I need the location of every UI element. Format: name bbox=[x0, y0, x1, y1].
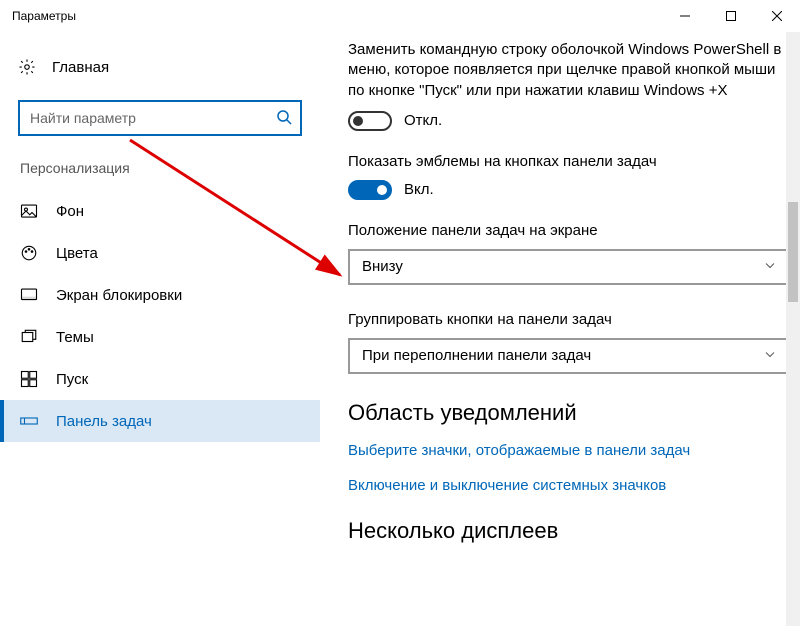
scrollbar-thumb[interactable] bbox=[788, 202, 798, 302]
dropdown-taskbar-position[interactable]: Внизу bbox=[348, 249, 788, 285]
dropdown-combine-buttons[interactable]: При переполнении панели задач bbox=[348, 338, 788, 374]
section-notification-area: Область уведомлений bbox=[348, 400, 788, 426]
sidebar: Главная Найти параметр Персонализация Фо… bbox=[0, 32, 320, 626]
sidebar-home[interactable]: Главная bbox=[0, 52, 320, 82]
taskbar-icon bbox=[20, 412, 38, 430]
sidebar-item-colors[interactable]: Цвета bbox=[0, 232, 320, 274]
toggle-badges-state: Вкл. bbox=[404, 181, 434, 198]
toggle-badges[interactable] bbox=[348, 180, 392, 200]
toggle-powershell-state: Откл. bbox=[404, 112, 442, 129]
sidebar-item-label: Пуск bbox=[56, 371, 88, 388]
sidebar-home-label: Главная bbox=[52, 59, 109, 76]
window-title: Параметры bbox=[12, 9, 76, 23]
toggle-badges-row: Вкл. bbox=[348, 180, 788, 200]
sidebar-item-label: Фон bbox=[56, 203, 84, 220]
sidebar-item-themes[interactable]: Темы bbox=[0, 316, 320, 358]
sidebar-item-taskbar[interactable]: Панель задач bbox=[0, 400, 320, 442]
start-icon bbox=[20, 370, 38, 388]
themes-icon bbox=[20, 328, 38, 346]
sidebar-item-label: Экран блокировки bbox=[56, 287, 182, 304]
minimize-button[interactable] bbox=[662, 0, 708, 32]
link-system-icons[interactable]: Включение и выключение системных значков bbox=[348, 477, 788, 494]
dropdown-value: Внизу bbox=[362, 258, 403, 275]
maximize-button[interactable] bbox=[708, 0, 754, 32]
chevron-down-icon bbox=[764, 347, 776, 364]
titlebar: Параметры bbox=[0, 0, 800, 32]
search-input[interactable]: Найти параметр bbox=[18, 100, 302, 136]
sidebar-item-background[interactable]: Фон bbox=[0, 190, 320, 232]
sidebar-item-label: Панель задач bbox=[56, 413, 152, 430]
setting-powershell-text: Заменить командную строку оболочкой Wind… bbox=[348, 40, 788, 101]
picture-icon bbox=[20, 202, 38, 220]
lockscreen-icon bbox=[20, 286, 38, 304]
dropdown-value: При переполнении панели задач bbox=[362, 347, 591, 364]
setting-position-label: Положение панели задач на экране bbox=[348, 222, 788, 239]
sidebar-item-lockscreen[interactable]: Экран блокировки bbox=[0, 274, 320, 316]
sidebar-category: Персонализация bbox=[0, 160, 320, 190]
toggle-powershell[interactable] bbox=[348, 111, 392, 131]
search-icon bbox=[276, 109, 292, 128]
section-multiple-displays: Несколько дисплеев bbox=[348, 518, 788, 544]
link-select-icons[interactable]: Выберите значки, отображаемые в панели з… bbox=[348, 442, 788, 459]
main-panel: Заменить командную строку оболочкой Wind… bbox=[320, 32, 800, 626]
chevron-down-icon bbox=[764, 258, 776, 275]
toggle-powershell-row: Откл. bbox=[348, 111, 788, 131]
search-placeholder: Найти параметр bbox=[30, 110, 276, 126]
setting-combine-label: Группировать кнопки на панели задач bbox=[348, 311, 788, 328]
sidebar-item-start[interactable]: Пуск bbox=[0, 358, 320, 400]
sidebar-item-label: Цвета bbox=[56, 245, 98, 262]
vertical-scrollbar[interactable] bbox=[786, 32, 800, 626]
close-button[interactable] bbox=[754, 0, 800, 32]
palette-icon bbox=[20, 244, 38, 262]
gear-icon bbox=[18, 58, 36, 76]
sidebar-item-label: Темы bbox=[56, 329, 94, 346]
setting-badges-text: Показать эмблемы на кнопках панели задач bbox=[348, 153, 788, 170]
